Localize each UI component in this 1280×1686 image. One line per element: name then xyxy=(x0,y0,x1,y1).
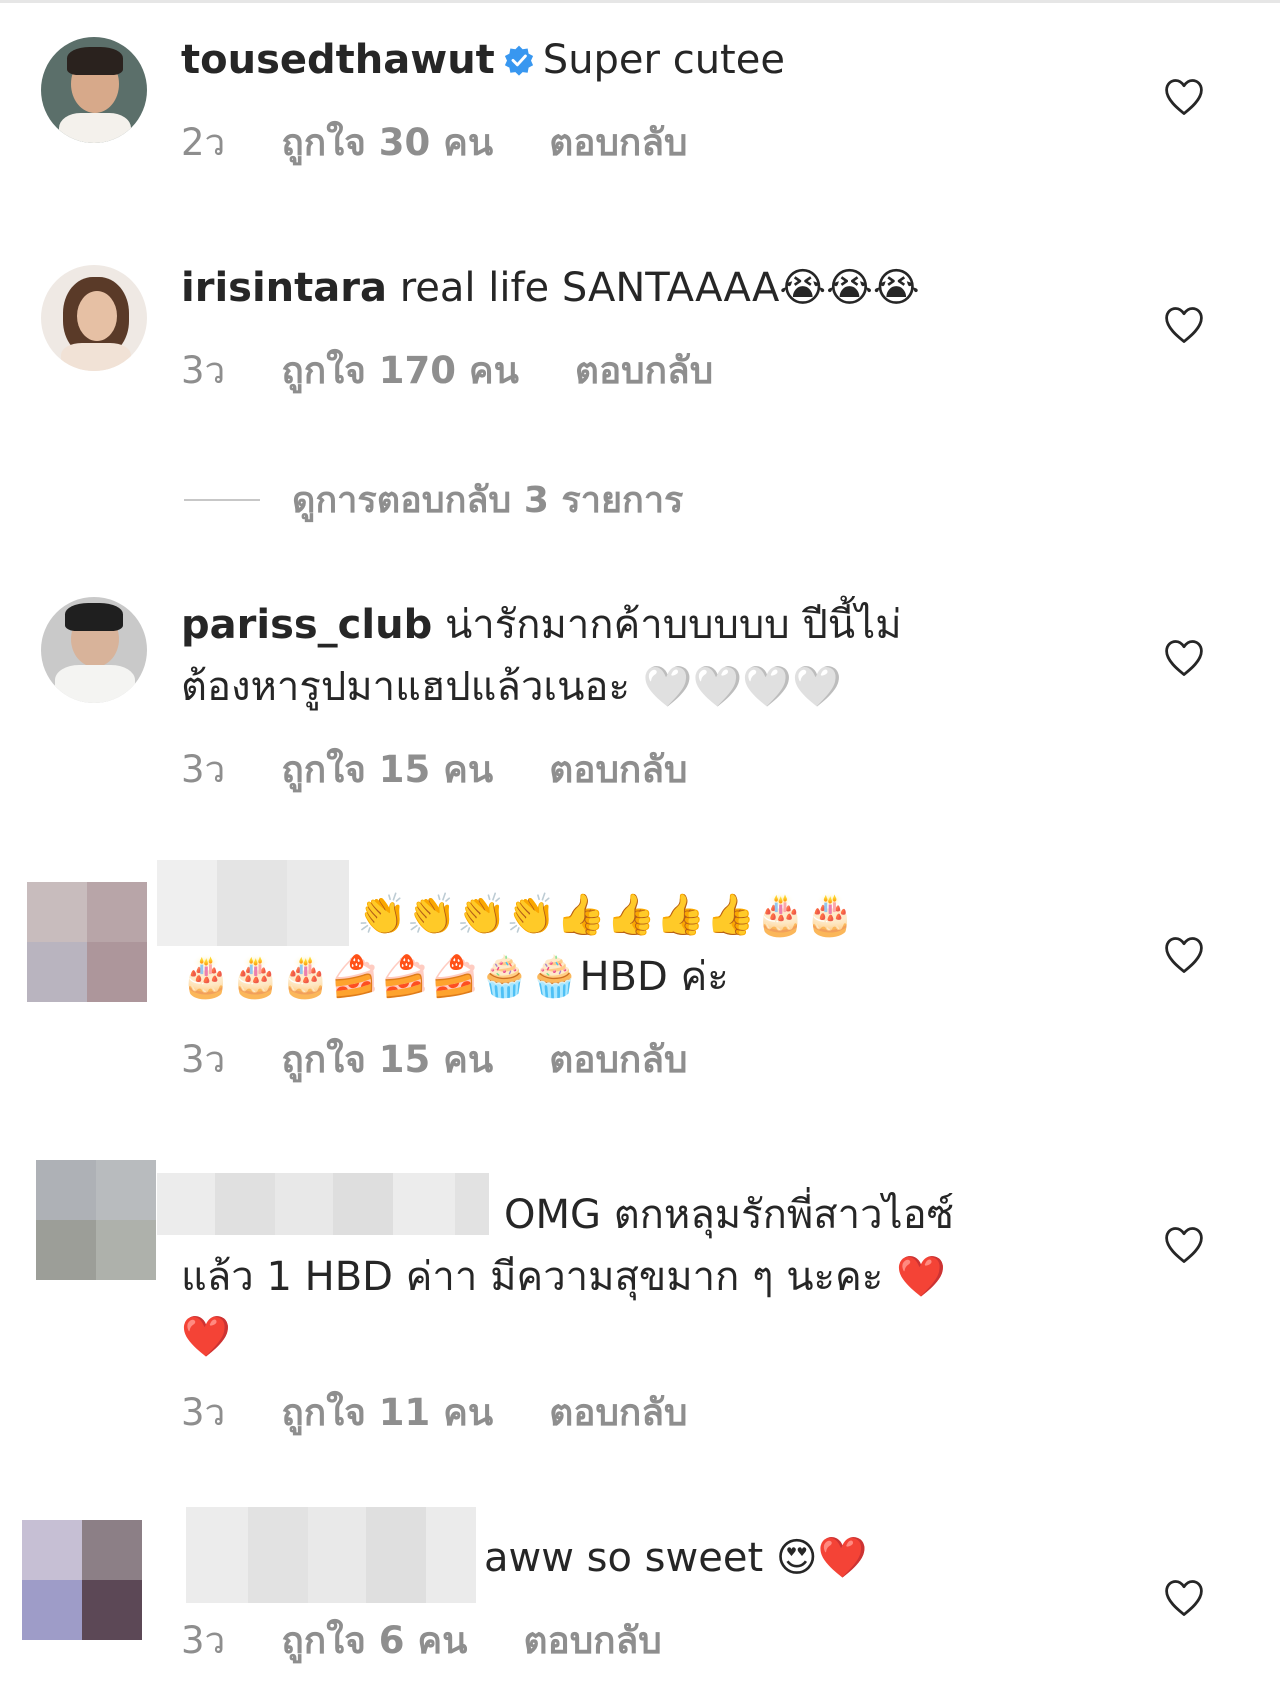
heart-outline-icon[interactable] xyxy=(1163,638,1205,678)
comment-body: aww so sweet 😍❤️ xyxy=(484,1535,868,1581)
comment-meta: 3ว ถูกใจ 6 คน ตอบกลับ xyxy=(181,1611,662,1670)
comment-body: ต้องหารูปมาแฮปแล้วเนอะ 🤍🤍🤍🤍 xyxy=(181,664,842,710)
likes-count[interactable]: ถูกใจ 30 คน xyxy=(281,113,493,172)
likes-count[interactable]: ถูกใจ 6 คน xyxy=(281,1611,467,1670)
avatar[interactable] xyxy=(41,597,147,703)
comment-meta: 3ว ถูกใจ 11 คน ตอบกลับ xyxy=(181,1383,688,1442)
likes-count[interactable]: ถูกใจ 11 คน xyxy=(281,1383,493,1442)
avatar[interactable] xyxy=(41,265,147,371)
comment-meta: 3ว ถูกใจ 15 คน ตอบกลับ xyxy=(181,1030,688,1089)
heart-outline-icon[interactable] xyxy=(1163,1225,1205,1265)
heart-outline-icon[interactable] xyxy=(1163,935,1205,975)
comment-text-line: ❤️ xyxy=(181,1305,231,1369)
comment-meta: 2ว ถูกใจ 30 คน ตอบกลับ xyxy=(181,113,688,172)
reply-button[interactable]: ตอบกลับ xyxy=(549,1383,687,1442)
comment-body: OMG ตกหลุมรักพี่สาวไอซ์ xyxy=(504,1192,954,1238)
comment-text: tousedthawut Super cutee xyxy=(181,28,785,92)
comment-body: Super cutee xyxy=(542,37,785,83)
comment-body: แล้ว 1 HBD ค่าา มีความสุขมาก ๆ นะคะ ❤️ xyxy=(181,1254,946,1300)
comment-meta: 3ว ถูกใจ 15 คน ตอบกลับ xyxy=(181,740,688,799)
top-divider xyxy=(0,0,1280,3)
view-replies-label: ดูการตอบกลับ 3 รายการ xyxy=(292,480,684,521)
comment-text-line: ต้องหารูปมาแฮปแล้วเนอะ 🤍🤍🤍🤍 xyxy=(181,655,842,719)
reply-button[interactable]: ตอบกลับ xyxy=(549,113,687,172)
comment-time[interactable]: 3ว xyxy=(181,1030,225,1089)
verified-badge-icon xyxy=(504,45,533,76)
avatar-pixelated[interactable] xyxy=(36,1160,156,1280)
comment-text: aww so sweet 😍❤️ xyxy=(484,1526,867,1590)
comment-time[interactable]: 3ว xyxy=(181,740,225,799)
comment-text-line: 🎂🎂🎂🍰🍰🍰🧁🧁HBD ค่ะ xyxy=(181,945,729,1009)
reply-button[interactable]: ตอบกลับ xyxy=(523,1611,661,1670)
comment-time[interactable]: 3ว xyxy=(181,1383,225,1442)
replies-divider xyxy=(184,498,260,501)
avatar[interactable] xyxy=(41,37,147,143)
comment-body: real life SANTAAAA😭😭😭 xyxy=(399,265,920,311)
avatar-pixelated[interactable] xyxy=(22,1520,142,1640)
avatar-pixelated[interactable] xyxy=(27,882,147,1002)
reply-button[interactable]: ตอบกลับ xyxy=(575,341,713,400)
username[interactable]: tousedthawut xyxy=(181,37,495,83)
heart-outline-icon[interactable] xyxy=(1163,77,1205,117)
comment-meta: 3ว ถูกใจ 170 คน ตอบกลับ xyxy=(181,341,713,400)
username[interactable]: pariss_club xyxy=(181,602,432,648)
comment-body: น่ารักมากค้าบบบบบ ปีนี้ไม่ xyxy=(444,602,902,648)
comment-time[interactable]: 3ว xyxy=(181,1611,225,1670)
comment-text: 👏👏👏👏👍👍👍👍🎂🎂 xyxy=(357,883,855,947)
comment-text: pariss_club น่ารักมากค้าบบบบบ ปีนี้ไม่ xyxy=(181,593,902,657)
heart-outline-icon[interactable] xyxy=(1163,305,1205,345)
username-blurred[interactable] xyxy=(186,1507,476,1603)
comment-text-line: แล้ว 1 HBD ค่าา มีความสุขมาก ๆ นะคะ ❤️ xyxy=(181,1245,946,1309)
likes-count[interactable]: ถูกใจ 15 คน xyxy=(281,1030,493,1089)
reply-button[interactable]: ตอบกลับ xyxy=(549,740,687,799)
comment-time[interactable]: 2ว xyxy=(181,113,225,172)
username-blurred[interactable] xyxy=(157,860,349,946)
comment-body: ❤️ xyxy=(181,1314,231,1360)
comment-body: 👏👏👏👏👍👍👍👍🎂🎂 xyxy=(357,892,856,938)
likes-count[interactable]: ถูกใจ 170 คน xyxy=(281,341,519,400)
comment-time[interactable]: 3ว xyxy=(181,341,225,400)
username[interactable]: irisintara xyxy=(181,265,387,311)
view-replies-button[interactable]: ดูการตอบกลับ 3 รายการ xyxy=(184,471,683,528)
comment-body: 🎂🎂🎂🍰🍰🍰🧁🧁HBD ค่ะ xyxy=(181,954,729,1000)
likes-count[interactable]: ถูกใจ 15 คน xyxy=(281,740,493,799)
username-blurred[interactable] xyxy=(157,1173,489,1235)
reply-button[interactable]: ตอบกลับ xyxy=(549,1030,687,1089)
comment-text: irisintara real life SANTAAAA😭😭😭 xyxy=(181,256,920,320)
heart-outline-icon[interactable] xyxy=(1163,1578,1205,1618)
comment-text: OMG ตกหลุมรักพี่สาวไอซ์ xyxy=(504,1183,954,1247)
